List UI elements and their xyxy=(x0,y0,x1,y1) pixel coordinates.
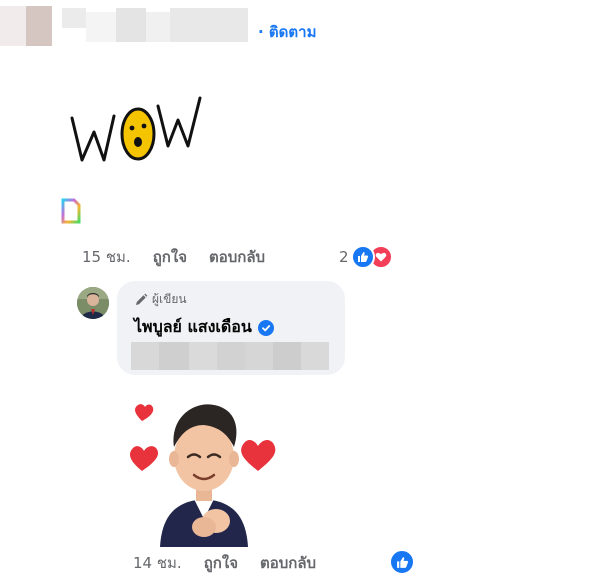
comment-time[interactable]: 15 ชม. xyxy=(82,245,131,269)
comment-actions: 15 ชม. ถูกใจ ตอบกลับ xyxy=(82,246,265,268)
wow-sticker xyxy=(60,90,210,170)
comment-like-button[interactable]: ถูกใจ xyxy=(153,245,187,269)
reply-text-blurred xyxy=(131,342,329,370)
pen-icon xyxy=(136,293,148,305)
comment-reactions[interactable]: 2 xyxy=(339,245,393,269)
reply-like-button[interactable]: ถูกใจ xyxy=(204,551,238,575)
commenter-name-blurred[interactable] xyxy=(62,8,248,42)
reply-reactions[interactable] xyxy=(389,549,415,575)
reply-time[interactable]: 14 ชม. xyxy=(133,551,182,575)
avatar-hearts-sticker xyxy=(124,395,284,547)
author-badge-label: ผู้เขียน xyxy=(152,292,187,306)
reply-author-name[interactable]: ไพบูลย์ แสงเดือน xyxy=(134,315,252,340)
verified-badge-icon xyxy=(257,319,274,336)
author-avatar[interactable] xyxy=(77,287,109,319)
like-reaction-icon xyxy=(389,549,415,575)
author-badge: ผู้เขียน xyxy=(134,290,187,309)
like-reaction-icon xyxy=(350,245,375,269)
reply-actions: 14 ชม. ถูกใจ ตอบกลับ xyxy=(133,552,316,574)
attachment-icon[interactable] xyxy=(60,198,82,224)
comment-reply-button[interactable]: ตอบกลับ xyxy=(209,245,265,269)
reaction-count: 2 xyxy=(339,248,349,266)
commenter-avatar[interactable] xyxy=(0,6,52,46)
follow-link[interactable]: · ติดตาม xyxy=(258,20,316,44)
reply-author: ไพบูลย์ แสงเดือน xyxy=(134,315,274,340)
reply-reply-button[interactable]: ตอบกลับ xyxy=(260,551,316,575)
